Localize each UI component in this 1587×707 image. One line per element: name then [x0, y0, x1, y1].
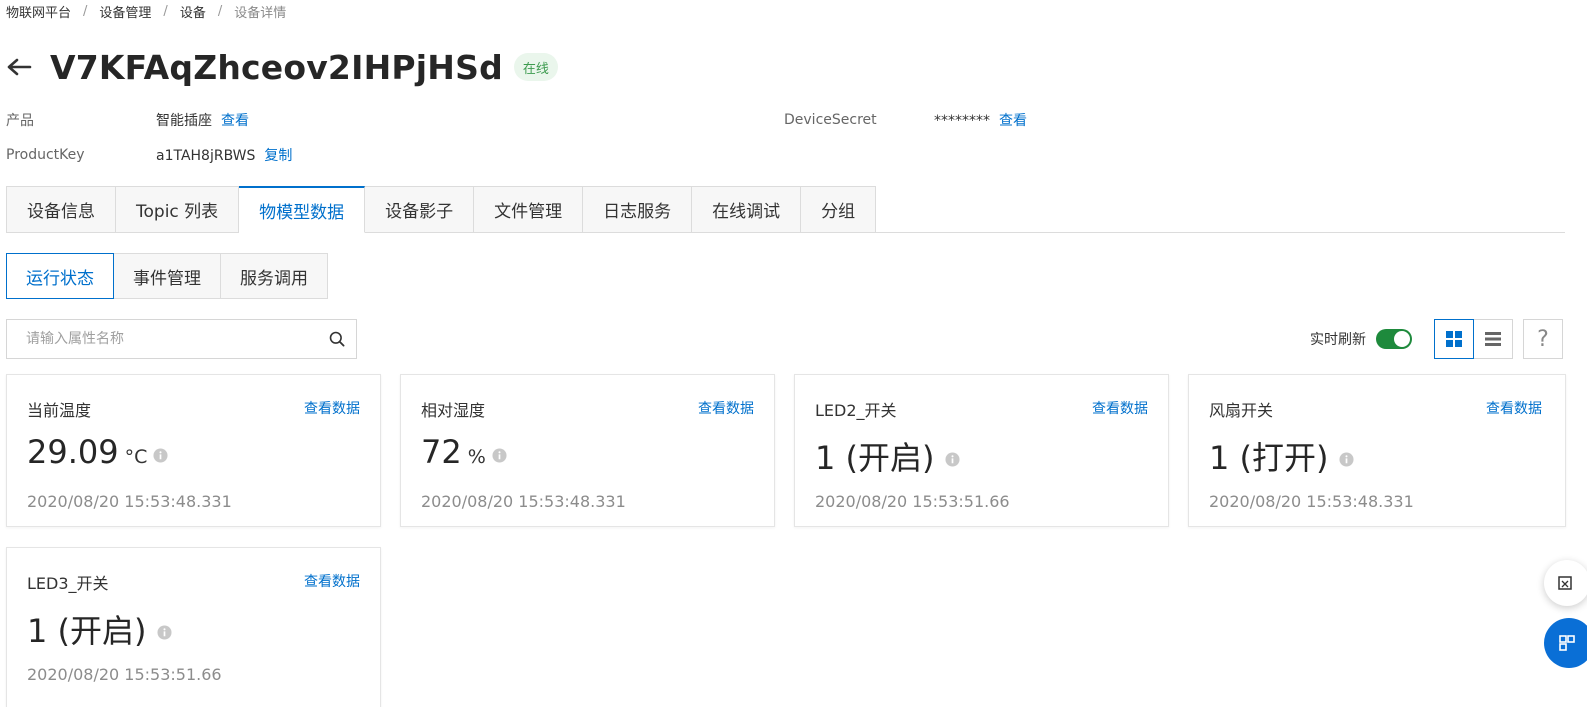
status-badge: 在线 — [513, 53, 558, 81]
tab-online-debug[interactable]: 在线调试 — [692, 186, 802, 233]
property-card-led3-switch: LED3_开关 查看数据 1 (开启) 2020/08/20 15:53:51.… — [6, 547, 381, 707]
breadcrumb-separator: / — [163, 3, 168, 19]
apps-icon — [1559, 635, 1575, 651]
breadcrumb-item-device-detail: 设备详情 — [234, 5, 287, 21]
breadcrumb-separator: / — [83, 3, 88, 19]
card-timestamp: 2020/08/20 15:53:48.331 — [421, 492, 626, 511]
view-secret-link[interactable]: 查看 — [999, 113, 1027, 129]
property-card-humidity: 相对湿度 查看数据 72 % 2020/08/20 15:53:48.331 — [400, 374, 775, 527]
info-icon[interactable] — [492, 447, 507, 463]
view-data-link[interactable]: 查看数据 — [1486, 398, 1542, 418]
toggle-knob — [1394, 331, 1410, 347]
copy-productkey-link[interactable]: 复制 — [264, 148, 292, 164]
page-title: V7KFAqZhceov2IHPjHSd — [50, 47, 503, 87]
page-header: V7KFAqZhceov2IHPjHSd 在线 — [6, 44, 558, 90]
view-product-link[interactable]: 查看 — [221, 113, 249, 129]
card-timestamp: 2020/08/20 15:53:48.331 — [1209, 492, 1414, 511]
grid-view-button[interactable] — [1434, 319, 1474, 359]
card-title: 相对湿度 — [421, 401, 486, 420]
meta-label-product: 产品 — [6, 113, 34, 129]
search-icon[interactable] — [318, 320, 356, 358]
breadcrumb-item-iot-platform[interactable]: 物联网平台 — [6, 2, 71, 21]
meta-product: 产品 智能插座 查看 — [6, 110, 406, 130]
subtab-event-management[interactable]: 事件管理 — [114, 253, 221, 299]
meta-label-productkey: ProductKey — [6, 147, 85, 163]
view-toolbar: 实时刷新 ? — [1310, 319, 1563, 359]
list-view-button[interactable] — [1473, 319, 1513, 359]
info-icon[interactable] — [944, 451, 960, 467]
tab-file-management[interactable]: 文件管理 — [474, 186, 584, 233]
view-data-link[interactable]: 查看数据 — [304, 571, 360, 591]
property-search — [6, 319, 357, 359]
tab-thing-model-data[interactable]: 物模型数据 — [239, 186, 366, 233]
card-title: LED3_开关 — [27, 574, 109, 593]
tab-group[interactable]: 分组 — [801, 186, 877, 233]
card-value: 72 — [421, 433, 462, 471]
meta-value-productkey: a1TAH8jRBWS 复制 — [156, 148, 293, 164]
card-value: 1 (开启) — [815, 439, 935, 477]
card-value: 1 (开启) — [27, 612, 147, 650]
meta-label-devicesecret: DeviceSecret — [784, 112, 877, 128]
view-data-link[interactable]: 查看数据 — [698, 398, 754, 418]
sub-tabs: 运行状态 事件管理 服务调用 — [6, 253, 328, 299]
tab-device-shadow[interactable]: 设备影子 — [365, 186, 475, 233]
realtime-refresh-toggle[interactable] — [1376, 329, 1412, 349]
breadcrumb-item-devices[interactable]: 设备 — [180, 2, 206, 21]
subtab-service-call[interactable]: 服务调用 — [221, 253, 328, 299]
subtab-running-status[interactable]: 运行状态 — [6, 253, 114, 299]
arrow-left-icon[interactable] — [6, 53, 34, 81]
view-data-link[interactable]: 查看数据 — [1092, 398, 1148, 418]
card-title: 当前温度 — [27, 401, 92, 420]
info-icon[interactable] — [156, 624, 172, 640]
meta-devicesecret: DeviceSecret ******** 查看 — [784, 110, 1184, 130]
card-value: 1 (打开) — [1209, 439, 1329, 477]
main-tabs: 设备信息 Topic 列表 物模型数据 设备影子 文件管理 日志服务 在线调试 … — [6, 186, 877, 233]
card-title: LED2_开关 — [815, 401, 897, 420]
meta-value-devicesecret: ******** 查看 — [934, 113, 1027, 129]
card-unit: % — [467, 446, 486, 468]
tab-topic-list[interactable]: Topic 列表 — [116, 186, 240, 233]
floating-menu-button[interactable] — [1544, 618, 1587, 668]
property-card-led2-switch: LED2_开关 查看数据 1 (开启) 2020/08/20 15:53:51.… — [794, 374, 1169, 527]
search-input[interactable] — [7, 320, 318, 358]
breadcrumb-item-device-management[interactable]: 设备管理 — [99, 2, 151, 21]
card-value: 29.09 — [27, 433, 119, 471]
card-timestamp: 2020/08/20 15:53:51.66 — [27, 665, 222, 684]
grid-view-icon — [1446, 331, 1462, 347]
meta-productkey: ProductKey a1TAH8jRBWS 复制 — [6, 145, 406, 165]
breadcrumb: 物联网平台 / 设备管理 / 设备 / 设备详情 — [6, 0, 286, 22]
tab-log-service[interactable]: 日志服务 — [583, 186, 693, 233]
feedback-icon — [1558, 576, 1572, 590]
help-button[interactable]: ? — [1523, 319, 1563, 359]
info-icon[interactable] — [1338, 451, 1354, 467]
card-timestamp: 2020/08/20 15:53:51.66 — [815, 492, 1010, 511]
card-unit: °C — [124, 446, 148, 468]
card-timestamp: 2020/08/20 15:53:48.331 — [27, 492, 232, 511]
info-icon[interactable] — [153, 447, 168, 463]
card-title: 风扇开关 — [1209, 401, 1274, 420]
view-data-link[interactable]: 查看数据 — [304, 398, 360, 418]
list-view-icon — [1485, 332, 1501, 346]
tab-device-info[interactable]: 设备信息 — [6, 186, 116, 233]
meta-value-product: 智能插座 查看 — [156, 113, 249, 129]
property-card-fan-switch: 风扇开关 查看数据 1 (打开) 2020/08/20 15:53:48.331 — [1188, 374, 1566, 527]
breadcrumb-separator: / — [217, 3, 223, 19]
realtime-refresh-label: 实时刷新 — [1310, 332, 1366, 348]
floating-feedback-button[interactable] — [1544, 560, 1587, 606]
property-card-temperature: 当前温度 查看数据 29.09 °C 2020/08/20 15:53:48.3… — [6, 374, 381, 527]
